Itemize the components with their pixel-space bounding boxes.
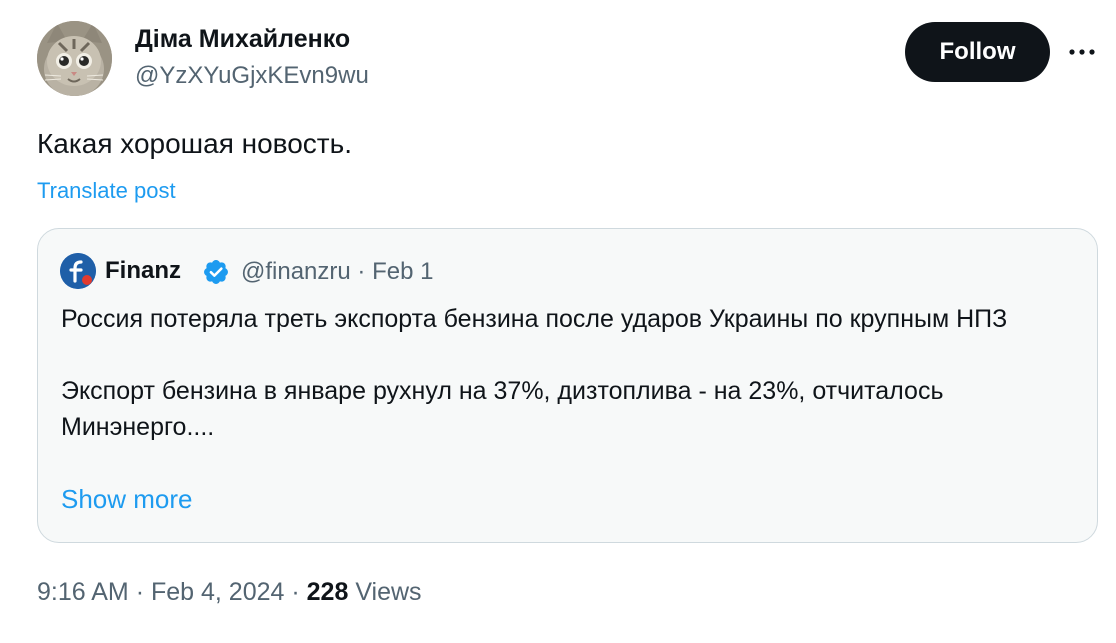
meta-separator: · — [357, 258, 366, 285]
views-count[interactable]: 228 — [307, 578, 349, 606]
finanz-logo-icon[interactable] — [60, 253, 96, 289]
views-label: Views — [355, 578, 422, 606]
quoted-author-meta: @finanzru · Feb 1 — [241, 258, 433, 286]
verified-badge-icon — [202, 258, 230, 286]
quoted-post-text: Россия потеряла треть экспорта бензина п… — [61, 305, 1008, 441]
quoted-author-name[interactable]: Finanz — [105, 257, 181, 285]
author-avatar[interactable] — [37, 21, 112, 96]
quoted-author-handle[interactable]: @finanzru — [241, 258, 351, 285]
post-text: Какая хорошая новость. — [37, 128, 352, 159]
meta-separator: · — [135, 578, 145, 606]
follow-button[interactable]: Follow — [905, 22, 1050, 82]
more-dots-icon[interactable] — [1066, 40, 1098, 64]
author-name[interactable]: Діма Михайленко — [135, 25, 350, 54]
show-more-link[interactable]: Show more — [61, 484, 193, 515]
post-date[interactable]: Feb 4, 2024 — [151, 578, 284, 606]
translate-post-link[interactable]: Translate post — [37, 178, 176, 204]
tweet: Діма Михайленко @YzXYuGjxKEvn9wu Follow … — [0, 0, 1116, 643]
meta-separator: · — [291, 578, 300, 606]
post-meta: 9:16 AM · Feb 4, 2024 · 228 Views — [37, 578, 422, 607]
post-time[interactable]: 9:16 AM — [37, 578, 129, 606]
quoted-post-date[interactable]: Feb 1 — [372, 258, 433, 285]
cat-avatar-icon — [37, 21, 112, 96]
quoted-post-card[interactable]: Finanz @finanzru · Feb 1 Россия потеряла… — [37, 228, 1098, 543]
author-handle[interactable]: @YzXYuGjxKEvn9wu — [135, 62, 369, 90]
